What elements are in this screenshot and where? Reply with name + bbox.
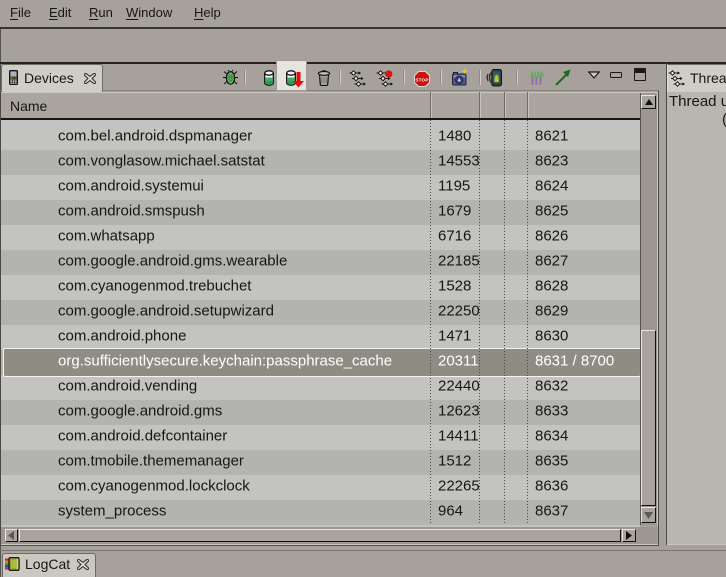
svg-text:STOP: STOP <box>415 77 428 82</box>
